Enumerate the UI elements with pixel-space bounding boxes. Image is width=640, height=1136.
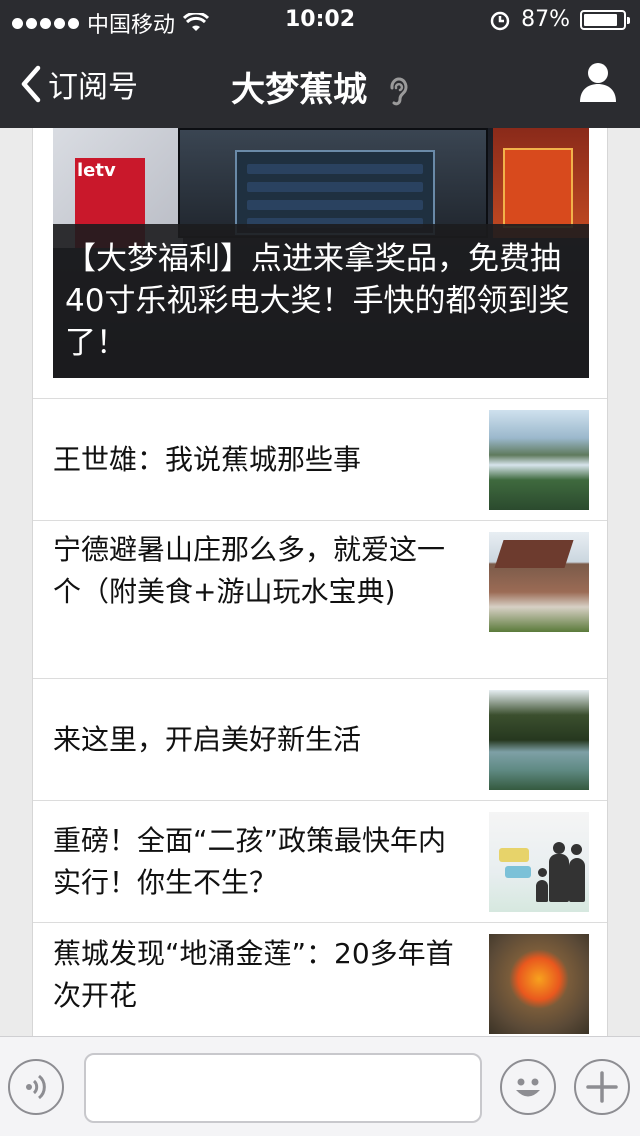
article-thumbnail [489,410,589,510]
article-item[interactable]: 来这里，开启美好新生活 [33,678,607,800]
status-right: 87% [489,7,630,32]
article-title: 蕉城发现“地涌金莲”：20多年首次开花 [53,937,454,1012]
plus-icon [586,1071,618,1103]
article-thumbnail [489,934,589,1034]
battery-icon [580,9,630,30]
article-title: 王世雄：我说蕉城那些事 [53,443,362,476]
article-item[interactable]: 蕉城发现“地涌金莲”：20多年首次开花 [33,922,607,1036]
battery-percent: 87% [521,7,570,32]
battery-fill [584,13,618,26]
article-thumbnail [489,532,589,632]
letv-logo: letv [77,160,116,181]
page-title-text: 大梦蕉城 [231,70,368,110]
featured-article[interactable]: letv 【大梦福利】点进来拿奖品，免费抽40寸乐视彩电大奖！手快的都领到奖了！ [33,128,607,398]
message-input[interactable] [84,1053,482,1123]
article-thumbnail [489,690,589,790]
tv-screen-center [178,128,488,238]
article-thumbnail [489,812,589,912]
emoji-icon [516,1078,540,1097]
page-title: 大梦蕉城 [0,62,640,111]
article-item[interactable]: 重磅！全面“二孩”政策最快年内实行！你生不生？ [33,800,607,922]
ear-icon [390,77,408,105]
profile-icon [580,63,616,102]
article-title: 重磅！全面“二孩”政策最快年内实行！你生不生？ [53,824,447,899]
voice-button[interactable] [8,1059,64,1115]
voice-icon [26,1074,46,1100]
article-list: letv 【大梦福利】点进来拿奖品，免费抽40寸乐视彩电大奖！手快的都领到奖了！… [32,128,608,1036]
article-title: 宁德避暑山庄那么多，就爱这一个（附美食+游山玩水宝典) [53,533,446,608]
input-bar [0,1036,640,1136]
article-title: 来这里，开启美好新生活 [53,723,362,756]
featured-title: 【大梦福利】点进来拿奖品，免费抽40寸乐视彩电大奖！手快的都领到奖了！ [53,224,589,378]
emoji-button[interactable] [500,1059,556,1115]
tv-screen-right [493,128,589,238]
article-item[interactable]: 宁德避暑山庄那么多，就爱这一个（附美食+游山玩水宝典) [33,520,607,678]
status-bar: 中国移动 10:02 87% [0,0,640,40]
more-button[interactable] [574,1059,630,1115]
nav-bar: 订阅号 大梦蕉城 [0,40,640,128]
alarm-icon [490,11,510,30]
article-item[interactable]: 王世雄：我说蕉城那些事 [33,398,607,520]
profile-button[interactable] [578,60,618,108]
